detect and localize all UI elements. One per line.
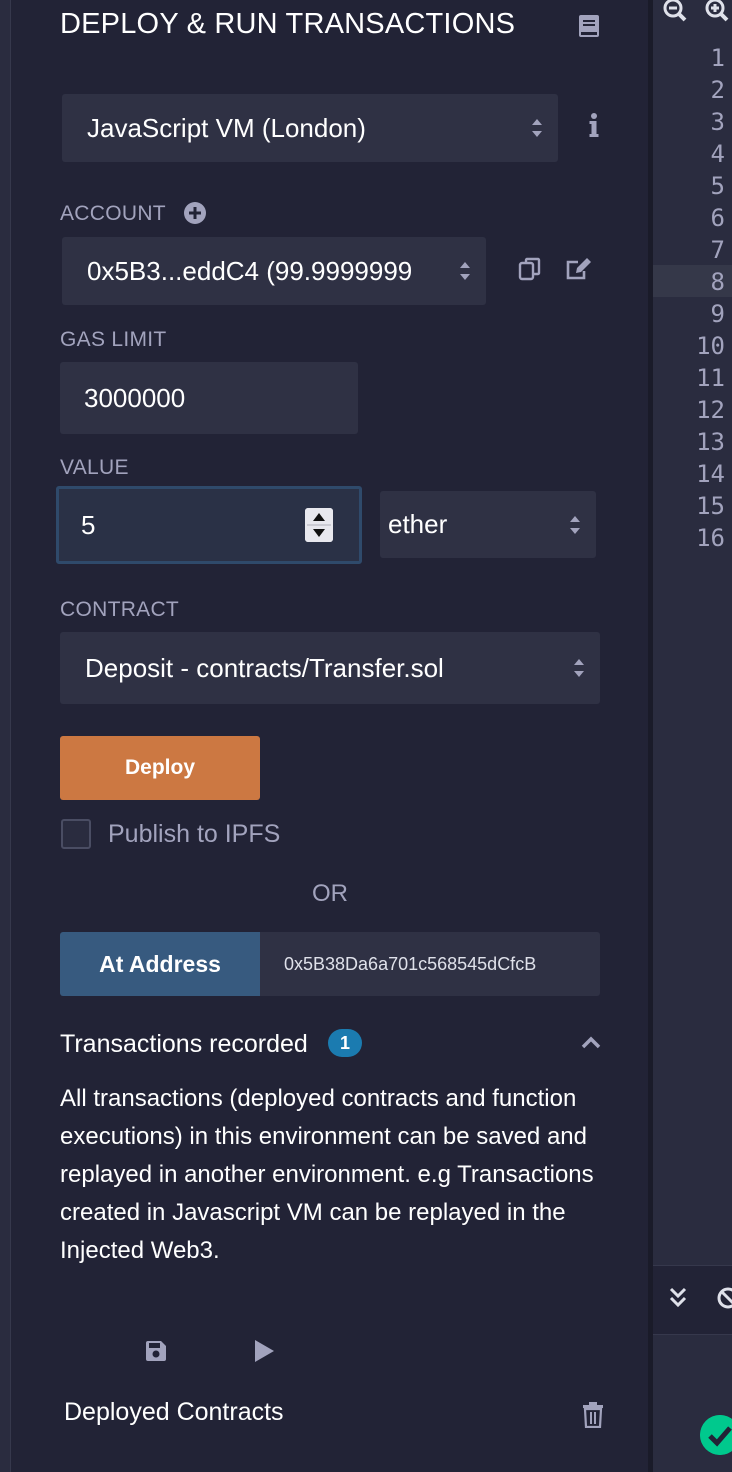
save-icon[interactable] [145,1340,167,1362]
zoom-out-icon[interactable] [663,0,689,22]
value-unit-select[interactable]: ether [380,491,596,558]
account-selected: 0x5B3...eddC4 (99.9999999 [87,255,413,286]
environment-selected: JavaScript VM (London) [87,112,366,143]
line-number: 6 [710,204,725,232]
documentation-book-icon[interactable] [578,14,600,38]
clear-ban-icon[interactable] [717,1286,732,1310]
line-number: 16 [696,524,725,552]
deploy-button[interactable]: Deploy [60,736,260,800]
line-number: 11 [696,364,725,392]
publish-ipfs-label: Publish to IPFS [108,820,281,848]
publish-ipfs-checkbox[interactable] [61,819,91,849]
panel-title: DEPLOY & RUN TRANSACTIONS [60,8,516,40]
double-chevron-down-icon[interactable] [668,1286,688,1310]
select-arrows-icon [570,515,580,534]
line-number: 2 [710,76,725,104]
contract-select[interactable]: Deposit - contracts/Transfer.sol [60,632,600,704]
line-number: 10 [696,332,725,360]
line-number: 12 [696,396,725,424]
at-address-button[interactable]: At Address [60,932,260,996]
number-stepper-icon[interactable] [305,508,333,542]
line-number: 8 [710,268,725,296]
trash-icon[interactable] [582,1402,604,1428]
line-number: 4 [710,140,725,168]
value-unit: ether [388,509,448,539]
line-number: 7 [710,236,725,264]
gas-limit-value: 3000000 [84,382,186,413]
deployed-contracts-title: Deployed Contracts [64,1398,284,1426]
line-numbers: 1 2 3 4 5 6 7 8 9 10 11 12 13 14 15 16 [653,42,725,554]
value-label: VALUE [60,456,129,479]
line-number: 15 [696,492,725,520]
contract-label: CONTRACT [60,598,180,621]
value-amount: 5 [81,509,96,540]
play-icon[interactable] [252,1339,276,1363]
at-address-value: 0x5B38Da6a701c568545dCfcB [284,953,537,974]
gas-limit-input[interactable]: 3000000 [60,362,358,434]
transactions-description: All transactions (deployed contracts and… [60,1085,594,1264]
select-arrows-icon [460,262,470,280]
left-icon-strip [0,0,11,1472]
gas-limit-label: GAS LIMIT [60,328,167,351]
contract-selected: Deposit - contracts/Transfer.sol [85,652,444,683]
add-account-plus-icon[interactable] [183,201,207,225]
chevron-up-icon[interactable] [580,1034,602,1050]
success-check-icon [700,1415,732,1455]
account-select[interactable]: 0x5B3...eddC4 (99.9999999 [62,237,486,305]
line-number: 14 [696,460,725,488]
sign-message-edit-icon[interactable] [565,257,593,281]
line-number: 9 [710,300,725,328]
environment-select[interactable]: JavaScript VM (London) [62,94,558,162]
at-address-input[interactable]: 0x5B38Da6a701c568545dCfcB [260,932,600,996]
select-arrows-icon [532,119,542,137]
transactions-recorded-title[interactable]: Transactions recorded [60,1030,308,1059]
select-arrows-icon [574,659,584,677]
environment-info-icon[interactable] [589,113,599,139]
value-amount-input[interactable]: 5 [56,486,362,564]
copy-address-icon[interactable] [518,257,542,281]
line-number: 5 [710,172,725,200]
line-number: 13 [696,428,725,456]
line-number: 3 [710,108,725,136]
line-number: 1 [710,44,725,72]
transactions-count-badge: 1 [328,1029,362,1057]
zoom-in-icon[interactable] [705,0,731,22]
account-label: ACCOUNT [60,202,166,225]
or-separator: OR [312,880,348,907]
